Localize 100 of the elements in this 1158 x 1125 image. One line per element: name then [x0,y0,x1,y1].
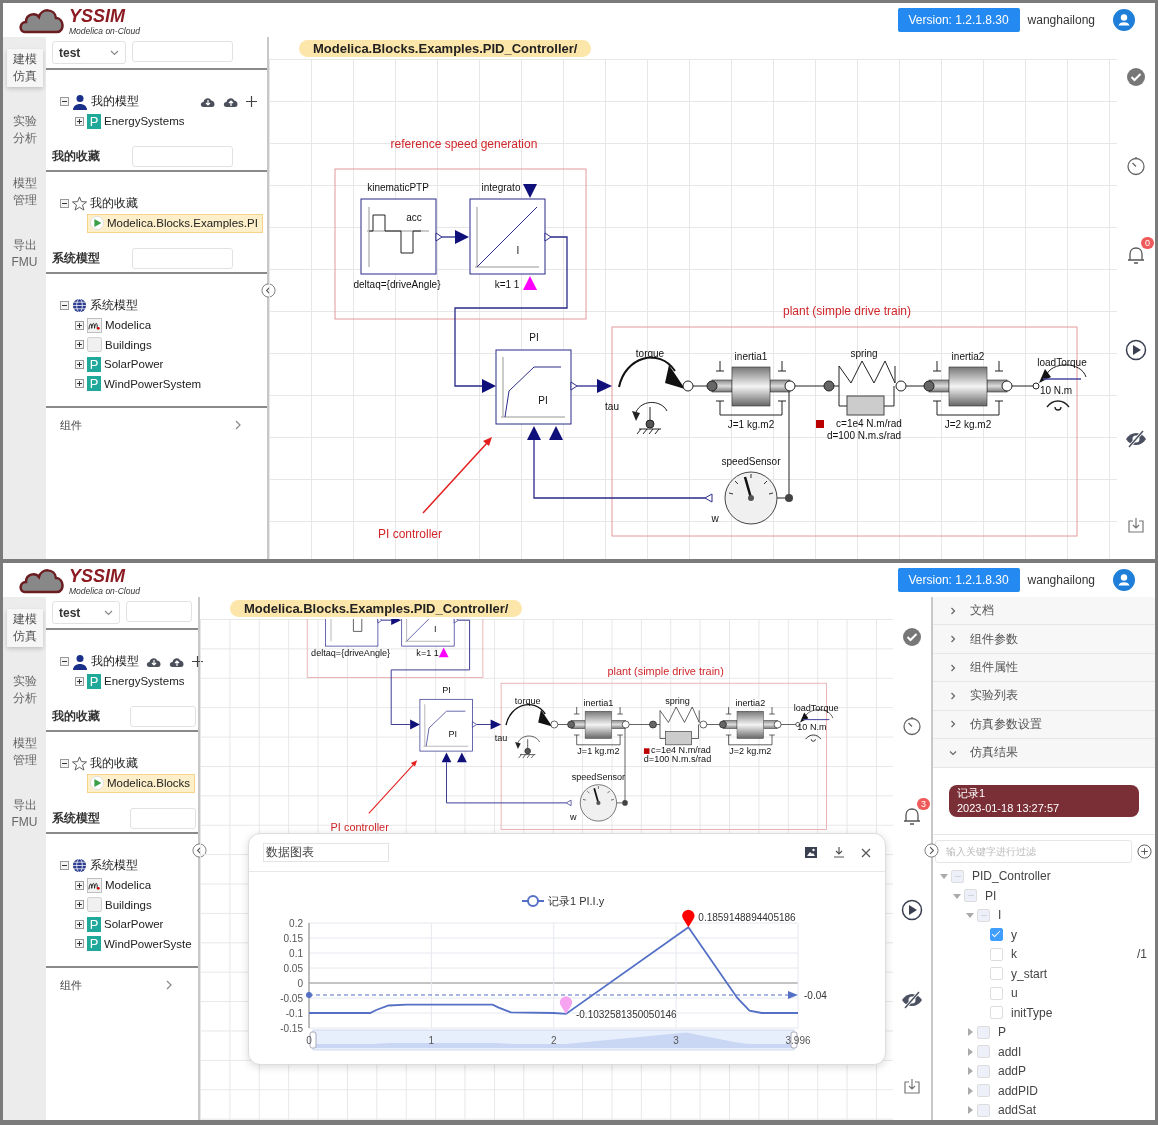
components-label[interactable]: 组件 [60,977,82,993]
expand-icon[interactable] [75,900,84,910]
nav-tab[interactable]: 建模仿真 [6,49,43,87]
expand-icon[interactable] [75,919,84,929]
expand-icon[interactable] [75,116,84,126]
pi-block[interactable] [495,349,578,440]
legend-marker-icon[interactable] [521,895,545,907]
play-icon[interactable] [901,899,923,922]
collapse-icon[interactable] [60,97,69,107]
cloud-download-icon[interactable] [146,655,162,668]
collapse-icon[interactable] [60,301,69,311]
timer-icon[interactable] [902,716,922,737]
nav-tab[interactable]: 导出 FMU [6,235,43,273]
chevron-down-icon[interactable] [104,609,113,616]
tree-item[interactable]: k [1011,947,1017,962]
accordion-header[interactable]: 仿真参数设置 [933,710,1155,740]
tree-item[interactable]: y_start [1011,966,1047,981]
inertia-drawing[interactable] [706,360,796,416]
cloud-download-icon[interactable] [200,95,216,108]
tree-item[interactable]: P EnergySystems [87,111,189,131]
nav-tab[interactable]: 导出 FMU [6,795,43,833]
download-icon[interactable] [904,1077,920,1094]
chevron-down-icon[interactable] [110,49,119,56]
nav-tab[interactable]: 模型管理 [6,173,43,211]
collapse-icon[interactable] [60,657,69,667]
chevron-right-icon[interactable] [166,980,172,990]
tree-item[interactable]: initType [1011,1005,1053,1020]
version-button[interactable]: Version: 1.2.1.8.30 [897,8,1020,32]
check-icon[interactable] [902,627,922,647]
components-label[interactable]: 组件 [60,417,82,433]
tree-item[interactable]: 我的模型 [72,92,143,112]
expand-icon[interactable] [75,340,84,350]
search-field[interactable] [126,601,192,622]
download-icon[interactable] [1128,516,1144,533]
tree-item[interactable]: 我的收藏 [72,194,142,214]
add-icon[interactable] [246,96,257,108]
tree-item[interactable]: P EnergySystems [87,671,189,691]
search-field[interactable] [132,41,233,62]
nav-tab[interactable]: 模型管理 [6,733,43,771]
inertia-drawing[interactable] [719,706,782,746]
spring-damper-drawing[interactable] [816,360,907,428]
project-select[interactable]: test [52,601,120,624]
tree-item[interactable]: Buildings [87,895,156,915]
accordion-header[interactable]: 文档 [933,597,1155,626]
tree-item[interactable]: addSat [998,1103,1037,1118]
speed-sensor-drawing[interactable] [579,784,617,822]
tree-item[interactable]: Modelica [87,315,156,335]
kinematic-ptp-block[interactable] [360,198,443,275]
timer-icon[interactable] [1126,156,1146,177]
bell-icon[interactable] [1127,245,1145,266]
tree-item[interactable]: P [998,1025,1006,1040]
inertia-drawing[interactable] [567,706,630,746]
collapse-icon[interactable] [60,861,69,871]
expand-icon[interactable] [75,359,84,369]
tree-item[interactable]: 系统模型 [72,296,142,316]
image-icon[interactable] [805,847,817,858]
expand-icon[interactable] [75,939,84,949]
tree-item[interactable]: Modelica.Blocks [87,773,196,793]
chart-title-field[interactable]: 数据图表 [263,843,389,862]
expand-icon[interactable] [75,880,84,890]
torque-drawing[interactable] [505,704,553,759]
collapse-icon[interactable] [60,759,69,769]
nav-tab[interactable]: 实验分析 [6,671,43,709]
tree-item[interactable]: addP [998,1064,1027,1079]
chevron-right-icon[interactable] [235,420,241,430]
tree-item[interactable]: PID_Controller [972,869,1051,884]
legend-label[interactable]: 记录1 PI.I.y [548,895,605,907]
nav-tab[interactable]: 实验分析 [6,111,43,149]
tree-item[interactable]: P SolarPower [87,354,168,374]
tree-item[interactable]: y [1011,927,1017,942]
expand-icon[interactable] [75,676,84,686]
accordion-header[interactable]: 组件属性 [933,653,1155,683]
tree-item[interactable]: Modelica.Blocks.Examples.PI [87,213,263,233]
eye-slash-icon[interactable] [1125,429,1147,448]
tree-item[interactable]: PI [985,888,997,903]
tree-item[interactable]: Buildings [87,335,156,355]
speed-sensor-drawing[interactable] [724,471,778,525]
add-circle-icon[interactable] [1137,843,1152,859]
inertia-drawing[interactable] [923,360,1013,416]
play-icon[interactable] [1125,338,1147,361]
cloud-upload-icon[interactable] [223,95,239,108]
expand-icon[interactable] [75,320,84,330]
integrator-block[interactable] [469,184,552,290]
tree-item[interactable]: addPID [998,1083,1039,1098]
check-icon[interactable] [1126,67,1146,87]
accordion-header[interactable]: 实验列表 [933,682,1155,711]
tree-item[interactable]: I [998,908,1002,923]
download-icon[interactable] [833,847,845,858]
expand-icon[interactable] [75,379,84,389]
search-field[interactable] [132,248,233,269]
tree-item[interactable]: Modelica [87,875,156,895]
eye-slash-icon[interactable] [901,990,923,1009]
tree-item[interactable]: 系统模型 [72,856,142,876]
tree-item[interactable]: addI [998,1044,1022,1059]
cloud-upload-icon[interactable] [169,655,185,668]
search-field[interactable] [130,808,196,829]
add-icon[interactable] [192,656,203,668]
tree-item[interactable]: P SolarPower [87,914,168,934]
search-field[interactable] [130,706,196,727]
record-card[interactable]: 记录1 2023-01-18 13:27:57 [949,784,1139,817]
